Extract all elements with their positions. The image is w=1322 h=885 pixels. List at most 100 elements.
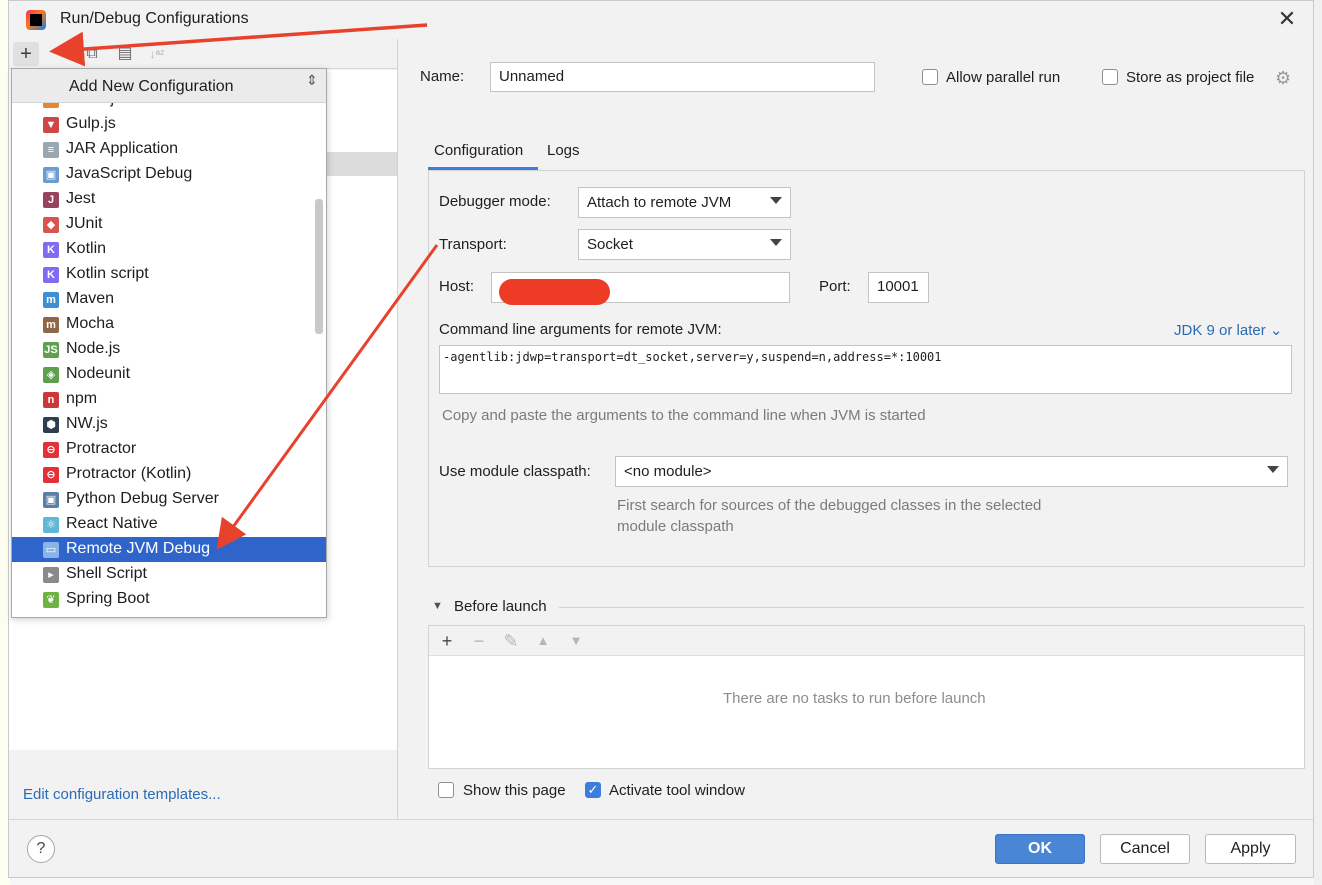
list-item-label: Protractor (Kotlin) xyxy=(66,465,192,482)
edit-templates-link[interactable]: Edit configuration templates... xyxy=(23,786,221,803)
chevron-down-icon xyxy=(1267,466,1279,473)
list-item-label: JAR Application xyxy=(66,140,179,157)
add-configuration-icon[interactable]: + xyxy=(13,42,39,66)
list-item[interactable]: ◆ JUnit xyxy=(12,212,326,237)
edit-task-icon[interactable]: ✎ xyxy=(501,629,521,653)
host-label: Host: xyxy=(439,278,475,295)
list-item-label: Kotlin script xyxy=(66,265,149,282)
name-input[interactable]: Unnamed xyxy=(490,62,875,92)
list-item-label: Remote JVM Debug xyxy=(66,540,211,557)
nodeunit-icon: ◈ xyxy=(43,367,59,383)
help-button[interactable]: ? xyxy=(27,835,55,863)
title-bar: Run/Debug Configurations ✕ xyxy=(9,1,1313,39)
debugger-mode-label: Debugger mode: xyxy=(439,193,551,210)
list-item-label: Protractor xyxy=(66,440,137,457)
module-classpath-select[interactable]: <no module> xyxy=(615,456,1288,487)
list-item[interactable]: ▣ JavaScript Debug xyxy=(12,162,326,187)
list-item-label: Nodeunit xyxy=(66,365,131,382)
list-item[interactable]: K Kotlin script xyxy=(12,262,326,287)
activate-tool-checkbox[interactable]: ✓ xyxy=(585,782,601,798)
window-title: Run/Debug Configurations xyxy=(60,10,249,27)
popup-scrollbar[interactable] xyxy=(315,199,323,334)
intellij-idea-icon xyxy=(26,10,46,30)
before-launch-divider xyxy=(559,607,1304,608)
store-project-checkbox[interactable] xyxy=(1102,69,1118,85)
allow-parallel-label: Allow parallel run xyxy=(946,69,1061,86)
chevron-down-icon xyxy=(770,239,782,246)
list-item[interactable]: JS Node.js xyxy=(12,337,326,362)
list-item[interactable]: ▭ Remote JVM Debug xyxy=(12,537,326,562)
npm-icon: n xyxy=(43,392,59,408)
list-item[interactable]: ⊖ Protractor (Kotlin) xyxy=(12,462,326,487)
nwjs-icon: ⬢ xyxy=(43,417,59,433)
module-classpath-value: <no module> xyxy=(624,463,712,480)
remove-task-icon[interactable]: − xyxy=(469,629,489,653)
move-down-icon[interactable]: ▼ xyxy=(566,629,586,653)
transport-value: Socket xyxy=(587,236,633,253)
list-item-label: JavaScript Debug xyxy=(66,165,193,182)
list-item[interactable]: ❦ Spring Boot xyxy=(12,587,326,612)
list-item[interactable]: m Mocha xyxy=(12,312,326,337)
list-item[interactable]: G Grunt.js xyxy=(12,103,326,112)
footer-divider xyxy=(9,819,1313,820)
tab-logs[interactable]: Logs xyxy=(547,142,580,159)
cancel-button[interactable]: Cancel xyxy=(1100,834,1190,864)
jar-icon: ≡ xyxy=(43,142,59,158)
transport-select[interactable]: Socket xyxy=(578,229,791,260)
show-page-label: Show this page xyxy=(463,782,566,799)
tab-configuration[interactable]: Configuration xyxy=(434,142,523,159)
tree-toolbar: + ⧉ ▤ ↓ᵃᶻ xyxy=(9,39,397,69)
list-item[interactable]: m Maven xyxy=(12,287,326,312)
port-input[interactable]: 10001 xyxy=(868,272,929,303)
list-item[interactable]: J Jest xyxy=(12,187,326,212)
gear-icon[interactable]: ⚙ xyxy=(1275,69,1293,87)
list-item-label: Node.js xyxy=(66,340,121,357)
before-launch-toggle-icon[interactable]: ▼ xyxy=(432,600,443,612)
list-item-label: Spring Boot xyxy=(66,590,150,607)
shell-script-icon: ▸ xyxy=(43,567,59,583)
debugger-mode-value: Attach to remote JVM xyxy=(587,194,732,211)
jdk-version-link[interactable]: JDK 9 or later ⌄ xyxy=(1174,321,1282,339)
collapse-icon[interactable]: ⇕ xyxy=(304,73,320,98)
list-item[interactable]: ◈ Nodeunit xyxy=(12,362,326,387)
port-label: Port: xyxy=(819,278,851,295)
list-item[interactable]: ⚛ React Native xyxy=(12,512,326,537)
ok-button[interactable]: OK xyxy=(995,834,1085,864)
list-item-label: Kotlin xyxy=(66,240,107,257)
tree-selected-row[interactable] xyxy=(325,152,397,176)
debugger-mode-select[interactable]: Attach to remote JVM xyxy=(578,187,791,218)
list-item-label: NW.js xyxy=(66,415,108,432)
list-item[interactable]: n npm xyxy=(12,387,326,412)
configuration-editor: Name: Unnamed Allow parallel run Store a… xyxy=(399,39,1313,819)
sort-icon[interactable]: ↓ᵃᶻ xyxy=(144,42,170,66)
show-page-checkbox[interactable] xyxy=(438,782,454,798)
list-item-label: Mocha xyxy=(66,315,115,332)
add-new-configuration-popup: Add New Configuration ⇕ G Grunt.js ▼ Gulp.j… xyxy=(11,68,327,618)
list-item[interactable]: ⊖ Protractor xyxy=(12,437,326,462)
module-hint-line2: module classpath xyxy=(617,518,734,535)
list-item[interactable]: K Kotlin xyxy=(12,237,326,262)
store-project-label: Store as project file xyxy=(1126,69,1255,86)
list-item[interactable]: ▣ Python Debug Server xyxy=(12,487,326,512)
move-up-icon[interactable]: ▲ xyxy=(533,629,553,653)
junit-icon: ◆ xyxy=(43,217,59,233)
list-item[interactable]: ≡ JAR Application xyxy=(12,137,326,162)
activate-tool-label: Activate tool window xyxy=(609,782,745,799)
cmd-args-field[interactable]: -agentlib:jdwp=transport=dt_socket,serve… xyxy=(439,345,1292,394)
allow-parallel-checkbox[interactable] xyxy=(922,69,938,85)
list-item[interactable]: ▼ Gulp.js xyxy=(12,112,326,137)
copy-configuration-icon[interactable]: ⧉ xyxy=(79,42,105,66)
grunt-icon: G xyxy=(43,103,59,108)
apply-button[interactable]: Apply xyxy=(1205,834,1296,864)
new-folder-icon[interactable]: ▤ xyxy=(112,42,138,66)
spring-boot-icon: ❦ xyxy=(43,592,59,608)
jest-icon: J xyxy=(43,192,59,208)
list-item[interactable]: ⬢ NW.js xyxy=(12,412,326,437)
cmd-args-hint: Copy and paste the arguments to the comm… xyxy=(442,407,926,424)
configuration-type-list: G Grunt.js ▼ Gulp.js ≡ JAR Application ▣ JavaSc… xyxy=(12,103,326,617)
close-icon[interactable]: ✕ xyxy=(1275,7,1299,31)
list-item[interactable]: ▸ Shell Script xyxy=(12,562,326,587)
add-task-icon[interactable]: + xyxy=(437,629,457,653)
javascript-debug-icon: ▣ xyxy=(43,167,59,183)
before-launch-toolbar: + − ✎ ▲ ▼ xyxy=(429,626,1304,656)
